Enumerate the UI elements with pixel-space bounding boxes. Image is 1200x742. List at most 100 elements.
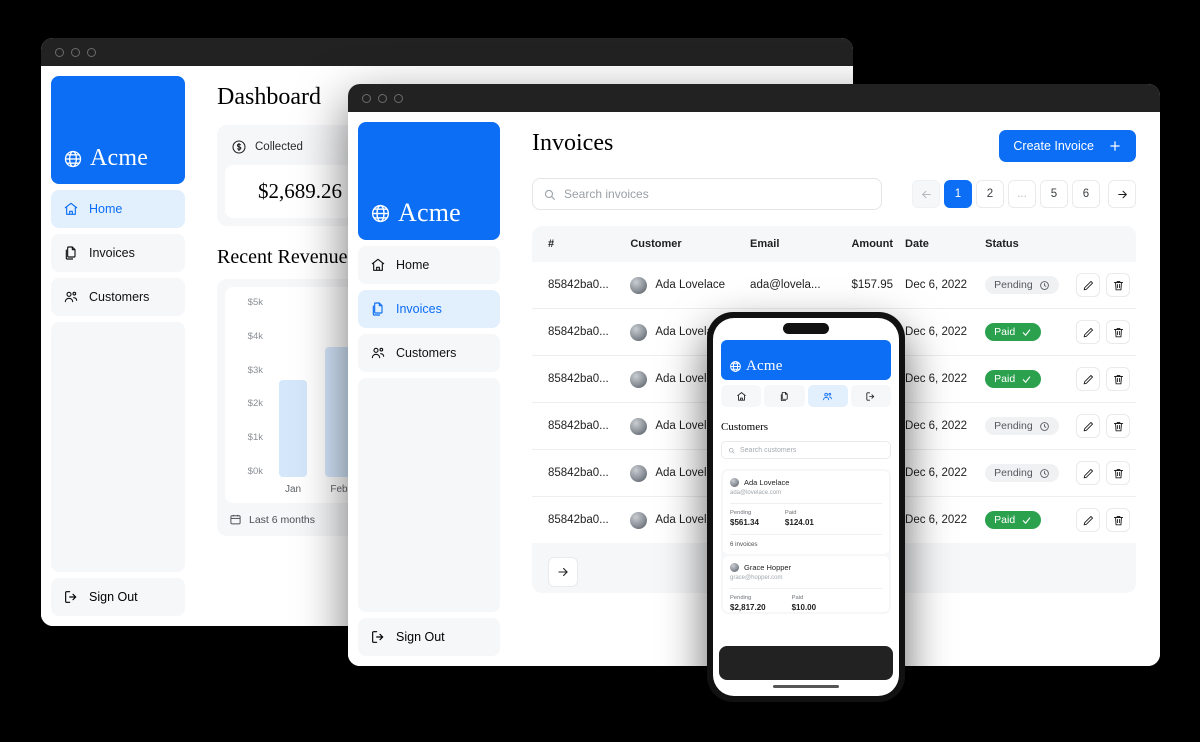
edit-invoice-button[interactable] [1076,320,1100,344]
cell-invoice-id: 85842ba0... [532,355,625,403]
sidebar-item-home[interactable]: Home [51,190,185,228]
phone-customer-card[interactable]: Grace Hopper grace@hopper.com Pending $2… [723,556,889,612]
cell-date: Dec 6, 2022 [899,355,980,403]
x-tick: Feb [330,484,348,495]
pagination-page-5[interactable]: 5 [1040,180,1068,208]
phone-tab-invoices[interactable] [764,385,805,407]
traffic-light-close-icon[interactable] [55,47,64,57]
trash-icon [1112,420,1125,433]
cell-status: Paid [979,496,1070,543]
status-label: Paid [994,326,1016,338]
pagination-page-6[interactable]: 6 [1072,180,1100,208]
cell-invoice-id: 85842ba0... [532,449,625,497]
cell-actions [1070,449,1136,497]
avatar [630,511,648,529]
traffic-light-maximize-icon[interactable] [394,93,403,103]
phone-customer-card[interactable]: Ada Lovelace ada@lovelace.com Pending $5… [723,471,889,554]
pencil-icon [1082,326,1095,339]
pagination: 1 2 ... 5 6 [912,180,1136,208]
phone-search-customers-field[interactable]: Search customers [721,441,891,459]
check-icon [1021,327,1032,338]
delete-invoice-button[interactable] [1106,367,1130,391]
phone-customer-email: grace@hopper.com [730,575,783,581]
phone-search-input[interactable]: Search customers [740,447,796,454]
column-header-date: Date [905,238,929,250]
sidebar-item-label: Home [89,202,123,216]
pagination-next-button[interactable] [1108,180,1136,208]
avatar [630,370,648,388]
avatar [630,276,648,294]
edit-invoice-button[interactable] [1076,367,1100,391]
sign-out-button[interactable]: Sign Out [358,618,500,656]
phone-tab-home[interactable] [721,385,762,407]
edit-invoice-button[interactable] [1076,461,1100,485]
pagination-page-1[interactable]: 1 [944,180,972,208]
phone-tab-sign-out[interactable] [850,385,891,407]
users-icon [63,289,79,305]
chart-footer-label: Last 6 months [249,513,315,526]
cell-date: Dec 6, 2022 [899,496,980,543]
documents-icon [370,301,386,317]
column-header-customer: Customer [630,238,682,250]
traffic-light-maximize-icon[interactable] [87,47,96,57]
plus-icon [1108,139,1122,153]
sidebar-item-label: Customers [89,290,150,304]
phone-bottom-overlay [719,646,893,680]
delete-invoice-button[interactable] [1106,414,1130,438]
sidebar-item-home[interactable]: Home [358,246,500,284]
phone-customer-name: Grace Hopper [744,563,792,572]
phone-customer-header: Ada Lovelace [730,478,882,487]
phone-screen: Acme Customers Search customers Ada Love… [713,318,899,696]
sidebar-item-invoices[interactable]: Invoices [51,234,185,272]
status-badge: Paid [985,323,1042,341]
sign-out-button[interactable]: Sign Out [51,578,185,616]
phone-paid-label: Paid [791,595,804,601]
table-next-page-button[interactable] [548,557,578,587]
edit-invoice-button[interactable] [1076,508,1100,532]
invoices-sidebar: Acme Home Invoices Customers Sign Out [348,112,510,666]
delete-invoice-button[interactable] [1106,461,1130,485]
table-row[interactable]: 85842ba0... Ada Lovelace ada@lovela... $157… [532,262,1136,309]
cell-status: Paid [979,308,1070,356]
search-input[interactable]: Search invoices [564,187,649,201]
y-tick: $4k [247,330,263,342]
phone-brand-card[interactable]: Acme [721,340,891,380]
phone-home-indicator [773,685,839,688]
cell-date: Dec 6, 2022 [899,308,980,356]
cell-invoice-id: 85842ba0... [532,496,625,543]
delete-invoice-button[interactable] [1106,508,1130,532]
brand-logo-card[interactable]: Acme [358,122,500,240]
delete-invoice-button[interactable] [1106,320,1130,344]
edit-invoice-button[interactable] [1076,414,1100,438]
brand-logo-card[interactable]: Acme [51,76,185,184]
traffic-light-minimize-icon[interactable] [71,47,80,57]
phone-customer-amounts: Pending $561.34 Paid $124.01 [730,503,882,527]
sidebar-item-customers[interactable]: Customers [358,334,500,372]
create-invoice-button[interactable]: Create Invoice [999,130,1136,162]
phone-customer-list: Ada Lovelace ada@lovelace.com Pending $5… [721,469,891,614]
pencil-icon [1082,373,1095,386]
globe-icon [63,149,83,169]
calendar-icon [229,513,242,526]
phone-invoice-count: 6 invoices [730,534,882,554]
pagination-page-2[interactable]: 2 [976,180,1004,208]
sidebar-item-label: Invoices [396,302,442,316]
sidebar-item-customers[interactable]: Customers [51,278,185,316]
cell-status: Pending [979,449,1070,497]
brand-name: Acme [398,198,461,227]
sidebar-item-invoices[interactable]: Invoices [358,290,500,328]
status-label: Paid [994,373,1016,385]
delete-invoice-button[interactable] [1106,273,1130,297]
cell-date: Dec 6, 2022 [899,402,980,450]
documents-icon [779,391,790,402]
traffic-light-close-icon[interactable] [362,93,371,103]
invoices-controls: Search invoices 1 2 ... 5 6 [532,178,1136,210]
status-badge: Pending [985,276,1059,294]
edit-invoice-button[interactable] [1076,273,1100,297]
traffic-light-minimize-icon[interactable] [378,93,387,103]
search-invoices-field[interactable]: Search invoices [532,178,882,210]
pagination-prev-button[interactable] [912,180,940,208]
home-icon [736,391,747,402]
phone-tab-customers[interactable] [807,385,848,407]
pencil-icon [1082,467,1095,480]
